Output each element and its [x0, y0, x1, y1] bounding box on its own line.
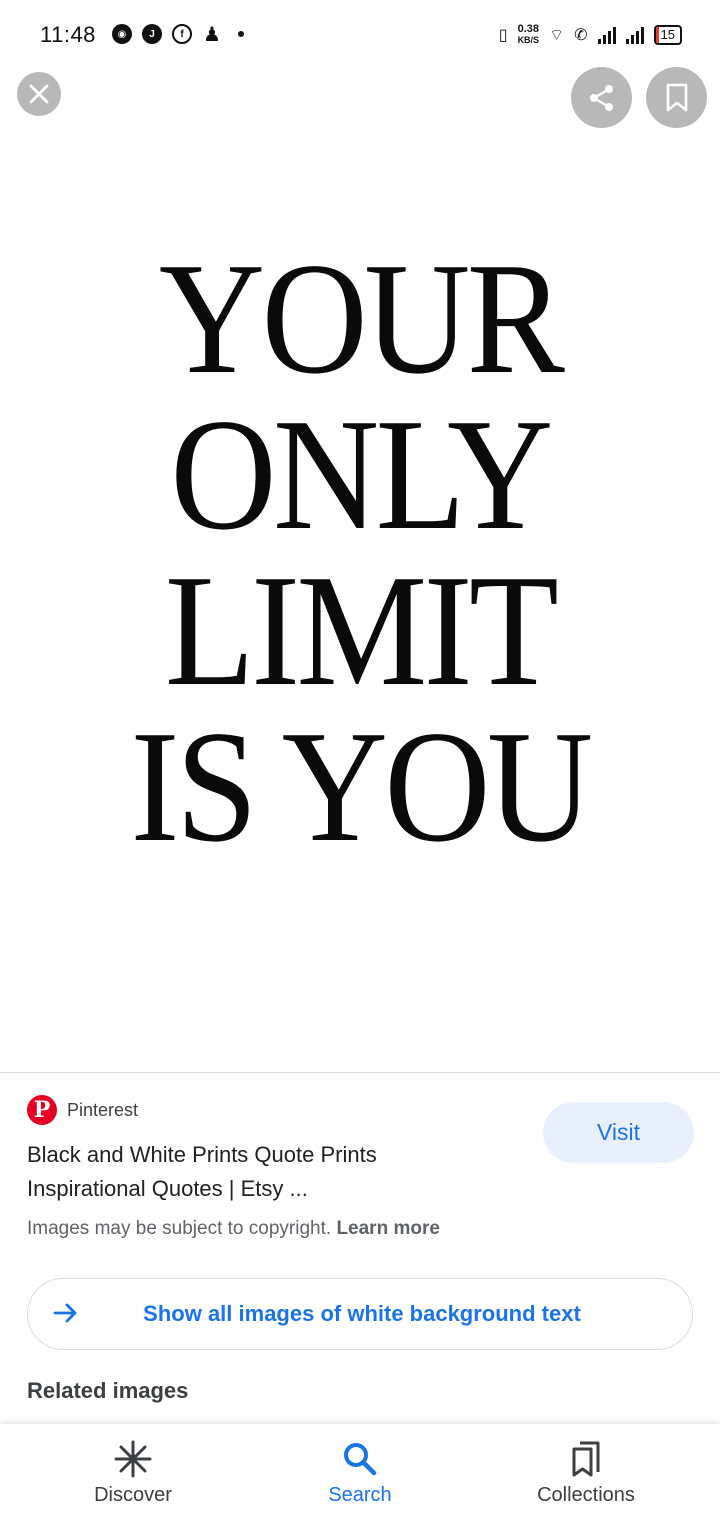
wifi-icon: ⌔ [549, 27, 565, 44]
search-icon [344, 1443, 377, 1476]
vibrate-icon: ▯ [498, 27, 508, 44]
source-name: Pinterest [67, 1099, 139, 1120]
network-speed-value: 0.38 [517, 23, 540, 35]
quote-line: YOUR [158, 229, 565, 407]
status-bar: 11:48 ◉ J f ♟ ▯ 0.38 KB/S ⌔ ✆ 15 [0, 0, 720, 72]
facebook-icon: f [172, 24, 192, 44]
close-icon [29, 84, 49, 104]
discord-icon: ◉ [112, 24, 132, 44]
show-all-label: Show all images of white background text [143, 1301, 581, 1326]
network-speed: 0.38 KB/S [518, 24, 540, 46]
pinterest-logo-icon: P [27, 1095, 57, 1125]
learn-more-link[interactable]: Learn more [336, 1218, 439, 1239]
network-speed-unit: KB/S [517, 35, 540, 45]
related-images-heading: Related images [27, 1378, 189, 1403]
collections-icon [572, 1441, 600, 1477]
nav-discover[interactable]: Discover [53, 1438, 213, 1507]
quote-line: LIMIT [164, 541, 559, 719]
nav-search[interactable]: Search [280, 1438, 440, 1507]
share-icon [589, 84, 613, 111]
notification-icons: ◉ J f ♟ [112, 23, 244, 46]
volte-call-icon: ✆ [574, 27, 588, 44]
copyright-text: Images may be subject to copyright. [27, 1218, 332, 1239]
bottom-navigation: Discover Search Collections [0, 1424, 720, 1520]
quote-line: ONLY [170, 385, 553, 563]
nav-collections-label: Collections [537, 1484, 635, 1506]
quote-line: IS YOU [130, 697, 593, 875]
save-button[interactable] [646, 67, 707, 128]
signal-icon-1 [597, 26, 616, 44]
bookmark-icon [666, 83, 687, 111]
signal-icon-2 [625, 26, 644, 44]
system-status: ▯ 0.38 KB/S ⌔ ✆ 15 [499, 24, 682, 46]
copyright-notice: Images may be subject to copyright. Lear… [27, 1218, 440, 1240]
visit-button[interactable]: Visit [543, 1102, 694, 1163]
discover-icon [114, 1440, 152, 1478]
show-all-images-button[interactable]: Show all images of white background text [27, 1278, 693, 1350]
preview-image[interactable]: YOUR ONLY LIMIT IS YOU [29, 229, 691, 875]
battery-level: 15 [660, 27, 675, 42]
source-row[interactable]: P Pinterest [27, 1095, 138, 1125]
more-notifications-dot [238, 31, 244, 37]
divider [0, 1072, 720, 1073]
nav-discover-label: Discover [94, 1484, 172, 1506]
status-time: 11:48 [40, 22, 96, 47]
share-button[interactable] [571, 67, 632, 128]
battery-level-fill [655, 27, 660, 43]
snapchat-icon: ♟ [203, 23, 221, 46]
nav-search-label: Search [328, 1484, 392, 1506]
close-button[interactable] [17, 72, 61, 116]
result-title[interactable]: Black and White Prints Quote Prints Insp… [27, 1138, 497, 1206]
jio-icon: J [142, 24, 162, 44]
battery-indicator: 15 [653, 25, 682, 45]
nav-collections[interactable]: Collections [506, 1438, 666, 1507]
